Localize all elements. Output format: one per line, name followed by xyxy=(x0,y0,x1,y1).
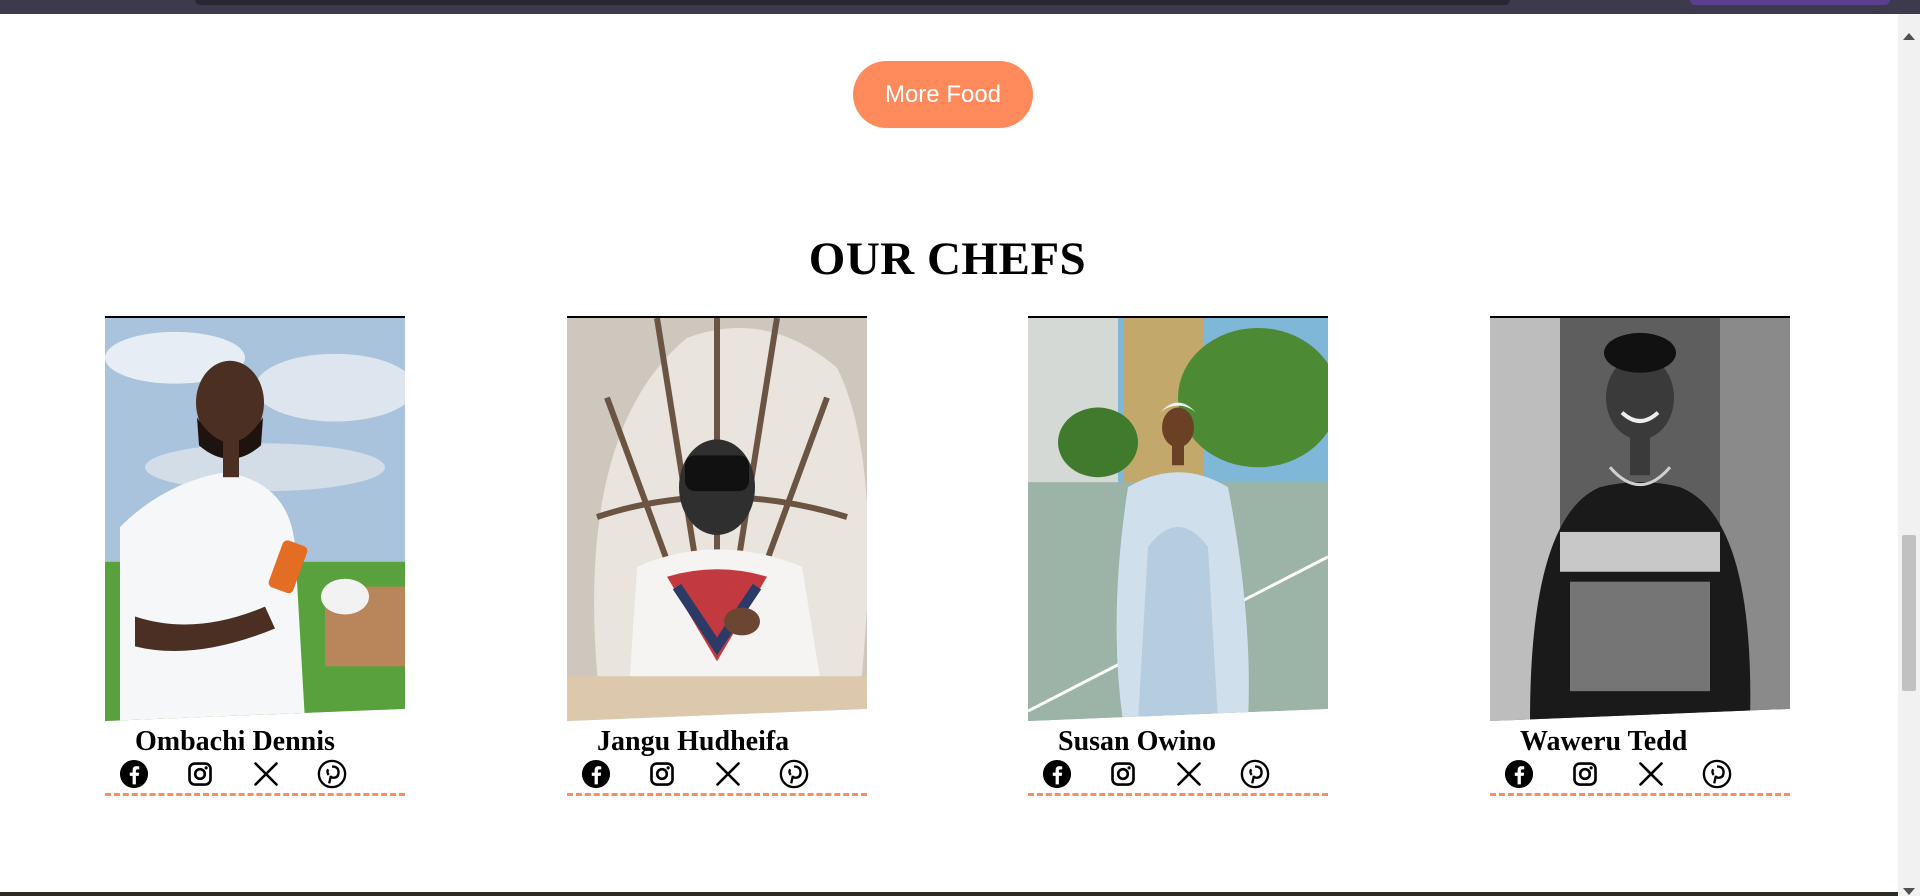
page-scrollbar[interactable] xyxy=(1898,14,1920,896)
card-divider xyxy=(567,793,867,796)
chef-name: Ombachi Dennis xyxy=(135,726,335,757)
browser-top-bar xyxy=(0,0,1920,14)
scrollbar-thumb[interactable] xyxy=(1902,535,1916,691)
chef-card: Jangu Hudheifa xyxy=(567,316,867,798)
chef-card: Susan Owino xyxy=(1028,316,1328,798)
facebook-icon[interactable] xyxy=(1504,759,1534,789)
scroll-down-arrow-icon[interactable] xyxy=(1903,888,1915,895)
chef-photo xyxy=(1490,316,1790,721)
instagram-icon[interactable] xyxy=(1570,759,1600,789)
card-divider xyxy=(1490,793,1790,796)
chef-card: Ombachi Dennis xyxy=(105,316,405,798)
pinterest-icon[interactable] xyxy=(1702,759,1732,789)
pinterest-icon[interactable] xyxy=(317,759,347,789)
section-title: OUR CHEFS xyxy=(808,233,1087,285)
facebook-icon[interactable] xyxy=(119,759,149,789)
card-divider xyxy=(105,793,405,796)
social-links xyxy=(1504,759,1732,789)
instagram-icon[interactable] xyxy=(1108,759,1138,789)
chef-photo xyxy=(1028,316,1328,721)
x-icon[interactable] xyxy=(713,759,743,789)
social-links xyxy=(581,759,809,789)
facebook-icon[interactable] xyxy=(581,759,611,789)
instagram-icon[interactable] xyxy=(647,759,677,789)
x-icon[interactable] xyxy=(1636,759,1666,789)
chef-name: Waweru Tedd xyxy=(1520,726,1688,757)
scroll-up-arrow-icon[interactable] xyxy=(1903,33,1915,40)
chef-photo xyxy=(567,316,867,721)
instagram-icon[interactable] xyxy=(185,759,215,789)
social-links xyxy=(119,759,347,789)
chef-photo xyxy=(105,316,405,721)
card-divider xyxy=(1028,793,1328,796)
chef-name: Susan Owino xyxy=(1058,726,1216,757)
x-icon[interactable] xyxy=(251,759,281,789)
pinterest-icon[interactable] xyxy=(1240,759,1270,789)
facebook-icon[interactable] xyxy=(1042,759,1072,789)
top-bar-strip xyxy=(195,0,1510,5)
bottom-edge-bar xyxy=(0,892,1898,896)
pinterest-icon[interactable] xyxy=(779,759,809,789)
social-links xyxy=(1042,759,1270,789)
chef-name: Jangu Hudheifa xyxy=(597,726,790,757)
chef-card: Waweru Tedd xyxy=(1490,316,1790,798)
more-food-button[interactable]: More Food xyxy=(853,61,1033,128)
x-icon[interactable] xyxy=(1174,759,1204,789)
top-bar-accent xyxy=(1690,0,1890,5)
